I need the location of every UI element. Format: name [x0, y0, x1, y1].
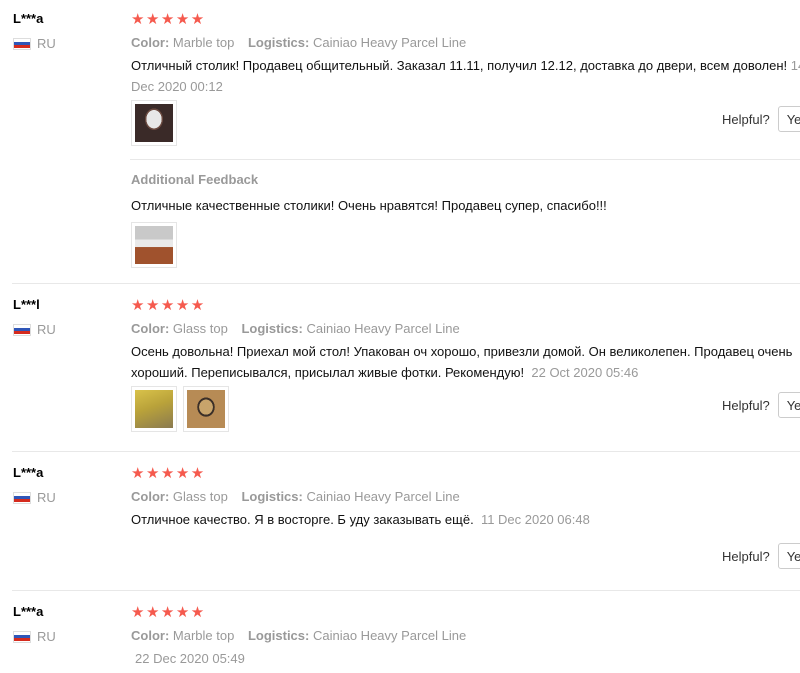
review-date: 22 Oct 2020 05:46 [531, 365, 639, 380]
review-text-line: Отличный столик! Продавец общительный. З… [131, 58, 788, 73]
reviewer-name: L***a [13, 11, 44, 26]
review-text-line: Отличное качество. Я в восторге. Б уду з… [131, 512, 474, 527]
room-table-photo [135, 226, 173, 264]
country-code: RU [37, 322, 56, 337]
helpful-yes-button[interactable]: Yes [777, 392, 800, 418]
helpful-yes-button[interactable]: Yes [777, 106, 800, 132]
review-meta: Color: Glass top Logistics: Cainiao Heav… [131, 321, 460, 336]
star-rating: ★★★★★ [131, 465, 206, 482]
reviewer-country: RU [13, 629, 56, 644]
color-key: Color: [131, 489, 170, 504]
review-photo[interactable] [131, 222, 177, 268]
glass-table-photo [135, 390, 173, 428]
logistics-key: Logistics: [247, 628, 310, 643]
review-photo[interactable] [131, 386, 177, 432]
helpful-vote: Helpful? Yes [722, 106, 800, 132]
review-photo[interactable] [183, 386, 229, 432]
reviewer-name: L***a [13, 465, 44, 480]
reviewer-name: L***l [13, 297, 40, 312]
additional-feedback-title: Additional Feedback [131, 172, 259, 187]
russia-flag-icon [13, 37, 31, 50]
review-photos [131, 100, 177, 146]
helpful-label: Helpful? [722, 548, 770, 564]
review-text: Осень довольна! Приехал мой стол! Упаков… [131, 341, 792, 383]
review-meta: Color: Marble top Logistics: Cainiao Hea… [131, 35, 466, 50]
reviewer-country: RU [13, 36, 56, 51]
review-photos [131, 386, 229, 432]
review-text: Отличный столик! Продавец общительный. З… [131, 55, 800, 97]
logistics-value: Cainiao Heavy Parcel Line [312, 628, 467, 643]
star-rating: ★★★★★ [131, 11, 206, 28]
helpful-label: Helpful? [722, 397, 770, 413]
color-value: Marble top [172, 35, 235, 50]
review-date: 11 Dec 2020 06:48 [480, 512, 590, 527]
marble-table-photo [135, 104, 173, 142]
color-value: Glass top [172, 321, 228, 336]
country-code: RU [37, 629, 56, 644]
reviewer-country: RU [13, 322, 56, 337]
color-key: Color: [131, 628, 170, 643]
country-code: RU [37, 36, 56, 51]
review-text-line: хороший. Переписывался, присылал живые ф… [131, 365, 525, 380]
russia-flag-icon [13, 323, 31, 336]
color-key: Color: [131, 321, 170, 336]
helpful-vote: Helpful? Yes [722, 392, 800, 418]
reviewer-country: RU [13, 490, 56, 505]
review-date: 22 Dec 2020 05:49 [135, 651, 245, 666]
logistics-key: Logistics: [241, 489, 303, 504]
logistics-key: Logistics: [241, 321, 303, 336]
logistics-value: Cainiao Heavy Parcel Line [306, 489, 460, 504]
review-divider [12, 451, 800, 452]
frame-table-photo [187, 390, 225, 428]
logistics-value: Cainiao Heavy Parcel Line [312, 35, 467, 50]
section-divider [130, 159, 800, 160]
review-divider [12, 283, 800, 284]
review-meta: Color: Glass top Logistics: Cainiao Heav… [131, 489, 460, 504]
logistics-value: Cainiao Heavy Parcel Line [306, 321, 460, 336]
additional-photos [131, 222, 177, 268]
color-value: Glass top [172, 489, 228, 504]
additional-feedback-text: Отличные качественные столики! Очень нра… [131, 198, 607, 213]
review-photo[interactable] [131, 100, 177, 146]
review-text-line: Осень довольна! Приехал мой стол! Упаков… [131, 344, 793, 359]
reviews-list: L***a RU ★★★★★ Color: Marble top Logisti… [0, 0, 800, 673]
color-value: Marble top [172, 628, 235, 643]
review-divider [12, 590, 800, 591]
country-code: RU [37, 490, 56, 505]
review-text: Отличное качество. Я в восторге. Б уду з… [131, 509, 590, 530]
star-rating: ★★★★★ [131, 604, 206, 621]
star-rating: ★★★★★ [131, 297, 206, 314]
logistics-key: Logistics: [247, 35, 310, 50]
russia-flag-icon [13, 491, 31, 504]
color-key: Color: [131, 35, 170, 50]
reviewer-name: L***a [13, 604, 44, 619]
review-date: Dec 2020 00:12 [131, 79, 223, 94]
review-meta: Color: Marble top Logistics: Cainiao Hea… [131, 628, 466, 643]
helpful-vote: Helpful? Yes [722, 543, 800, 569]
russia-flag-icon [13, 630, 31, 643]
helpful-label: Helpful? [722, 111, 770, 127]
review-date-start: 14 [790, 58, 800, 73]
review-text: 22 Dec 2020 05:49 [135, 648, 245, 669]
helpful-yes-button[interactable]: Yes [777, 543, 800, 569]
